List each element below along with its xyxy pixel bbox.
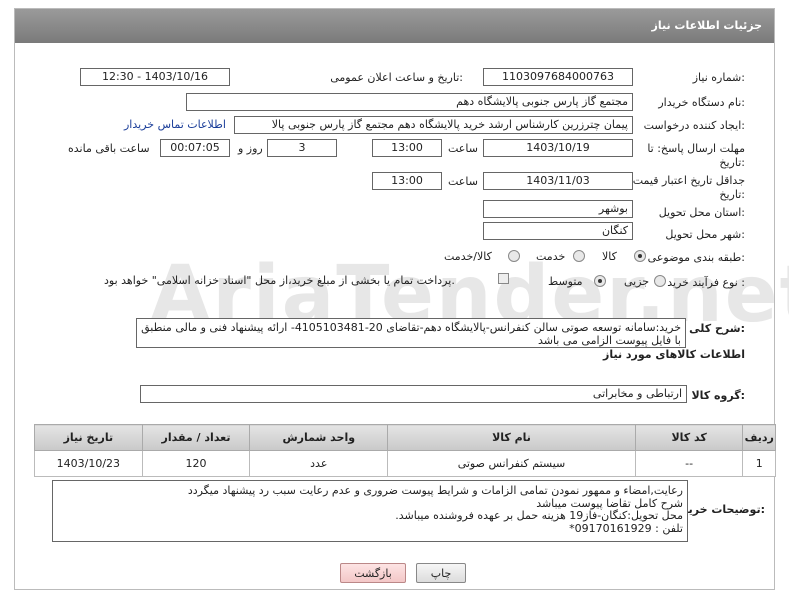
need-number-label: شماره نیاز:: [692, 71, 745, 84]
page-title: جزئیات اطلاعات نیاز: [15, 9, 774, 43]
goods-group-label: گروه کالا:: [691, 389, 745, 402]
col-qty: تعداد / مقدار: [141, 424, 251, 451]
city-label: شهر محل تحویل:: [665, 228, 745, 241]
description-textarea[interactable]: خرید:سامانه توسعه صوتی سالن کنفرانس-پالا…: [136, 318, 686, 348]
reply-deadline-time-label: ساعت: [448, 142, 478, 155]
process-option-minor: جزیی: [624, 275, 650, 288]
process-option-medium: متوسط: [548, 275, 583, 288]
price-validity-time-label: ساعت: [448, 175, 478, 188]
back-button[interactable]: بازگشت: [340, 563, 406, 583]
reply-deadline-date: 1403/10/19: [483, 139, 633, 157]
goods-table-header: ردیف کد کالا نام کالا واحد شمارش تعداد /…: [34, 424, 776, 451]
category-radio-goods-service[interactable]: [508, 250, 520, 262]
treasury-payment-note: پرداخت تمام یا بخشی از مبلغ خرید،از محل …: [104, 274, 455, 287]
reply-deadline-days: 3: [267, 139, 337, 157]
cell-date: 1403/10/23: [34, 450, 143, 477]
buyer-org-field: مجتمع گاز پارس جنوبی پالایشگاه دهم: [186, 93, 633, 111]
reply-deadline-time: 13:00: [372, 139, 442, 157]
col-name: نام کالا: [387, 424, 636, 451]
goods-group-field: ارتباطی و مخابراتی: [140, 385, 687, 403]
col-code: کد کالا: [634, 424, 744, 451]
announce-datetime-label: تاریخ و ساعت اعلان عمومی:: [330, 71, 463, 84]
price-validity-label: جداقل تاریخ اعتبار قیمت: تا تاریخ:: [619, 174, 745, 201]
category-radio-goods[interactable]: [634, 250, 646, 262]
goods-table: ردیف کد کالا نام کالا واحد شمارش تعداد /…: [34, 424, 776, 477]
remaining-time-label: ساعت باقی مانده: [68, 142, 150, 155]
category-radio-service[interactable]: [573, 250, 585, 262]
treasury-payment-checkbox[interactable]: [498, 273, 509, 284]
days-label: روز و: [238, 142, 263, 155]
requester-field: پیمان چترزرین کارشناس ارشد خرید پالایشگا…: [234, 116, 633, 134]
category-option-goods: کالا: [602, 250, 617, 263]
announce-datetime-field: 1403/10/16 - 12:30: [80, 68, 230, 86]
need-number-field: 1103097684000763: [483, 68, 633, 86]
buyer-contact-link[interactable]: اطلاعات تماس خریدار: [124, 118, 226, 131]
col-row: ردیف: [742, 424, 776, 451]
goods-section-title: اطلاعات کالاهای مورد نیاز: [603, 348, 745, 361]
requester-label: ایجاد کننده درخواست:: [643, 119, 745, 132]
table-row: 1 -- سیستم کنفرانس صوتی عدد 120 1403/10/…: [34, 450, 776, 477]
buyer-org-label: نام دستگاه خریدار:: [658, 96, 745, 109]
print-button[interactable]: چاپ: [416, 563, 466, 583]
reply-deadline-label: مهلت ارسال پاسخ: تا تاریخ:: [647, 142, 745, 169]
cell-unit: عدد: [249, 450, 389, 477]
city-field: کنگان: [483, 222, 633, 240]
buyer-notes-textarea[interactable]: رعایت,امضاء و ممهور نمودن تمامی الزامات …: [52, 480, 688, 542]
cell-name: سیستم کنفرانس صوتی: [387, 450, 636, 477]
process-radio-medium[interactable]: [594, 275, 606, 287]
province-label: استان محل تحویل:: [658, 206, 745, 219]
price-validity-time: 13:00: [372, 172, 442, 190]
remaining-time-field: 00:07:05: [160, 139, 230, 157]
col-date: تاریخ نیاز: [34, 424, 143, 451]
process-type-label: نوع فرآیند خرید :: [667, 276, 745, 289]
col-unit: واحد شمارش: [249, 424, 389, 451]
cell-qty: 120: [141, 450, 251, 477]
cell-row: 1: [742, 450, 776, 477]
price-validity-date: 1403/11/03: [483, 172, 633, 190]
category-option-service: خدمت: [536, 250, 566, 263]
process-radio-minor[interactable]: [654, 275, 666, 287]
category-option-goods-service: کالا/خدمت: [444, 250, 492, 263]
category-label: طبقه بندی موضوعی:: [647, 251, 745, 264]
cell-code: --: [634, 450, 744, 477]
province-field: بوشهر: [483, 200, 633, 218]
